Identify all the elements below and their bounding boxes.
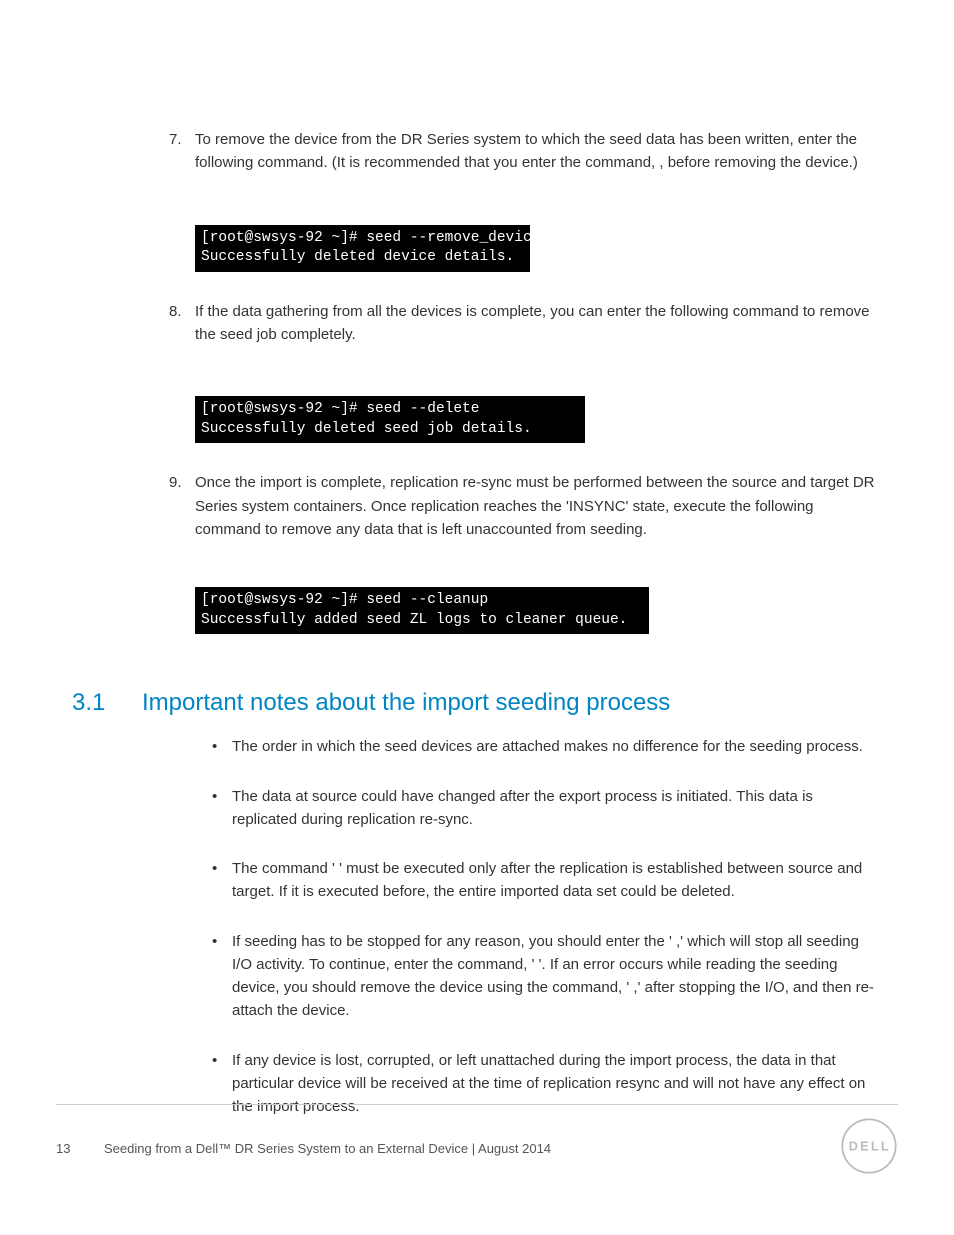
bullet-icon: •	[212, 735, 232, 758]
bullet-text: The order in which the seed devices are …	[232, 735, 882, 758]
list-item: • The data at source could have changed …	[200, 785, 882, 832]
terminal-output-9: [root@swsys-92 ~]# seed --cleanup Succes…	[195, 587, 649, 634]
step-7: 7. To remove the device from the DR Seri…	[72, 128, 882, 175]
footer-divider	[56, 1104, 898, 1105]
bullet-icon: •	[212, 930, 232, 1023]
terminal-output-8: [root@swsys-92 ~]# seed --delete Success…	[195, 396, 585, 443]
bullet-text: If seeding has to be stopped for any rea…	[232, 930, 882, 1023]
step-9: 9. Once the import is complete, replicat…	[72, 471, 882, 541]
section-title: Important notes about the import seeding…	[142, 684, 670, 721]
bullet-icon: •	[212, 857, 232, 904]
list-item: • The order in which the seed devices ar…	[200, 735, 882, 758]
svg-text:D E L L: D E L L	[849, 1139, 890, 1154]
step-text: Once the import is complete, replication…	[195, 471, 882, 541]
dell-logo-icon: D E L L	[840, 1117, 898, 1175]
list-item: • If seeding has to be stopped for any r…	[200, 930, 882, 1023]
step-text: If the data gathering from all the devic…	[195, 300, 882, 347]
bullet-text: The command ' ' must be executed only af…	[232, 857, 882, 904]
list-item: • The command ' ' must be executed only …	[200, 857, 882, 904]
section-number: 3.1	[72, 684, 142, 721]
terminal-output-7: [root@swsys-92 ~]# seed --remove_device …	[195, 225, 530, 272]
step-number: 8.	[169, 300, 195, 347]
bullet-text: If any device is lost, corrupted, or lef…	[232, 1049, 882, 1119]
list-item: • If any device is lost, corrupted, or l…	[200, 1049, 882, 1119]
bullet-text: The data at source could have changed af…	[232, 785, 882, 832]
page-content: 7. To remove the device from the DR Seri…	[0, 0, 954, 1118]
footer-title: Seeding from a Dell™ DR Series System to…	[104, 1139, 551, 1159]
step-number: 9.	[169, 471, 195, 541]
page-number: 13	[56, 1139, 104, 1159]
step-number: 7.	[169, 128, 195, 175]
step-8: 8. If the data gathering from all the de…	[72, 300, 882, 347]
bullet-icon: •	[212, 785, 232, 832]
bullet-list: • The order in which the seed devices ar…	[200, 735, 882, 1118]
page-footer: 13 Seeding from a Dell™ DR Series System…	[56, 1139, 898, 1159]
section-heading: 3.1 Important notes about the import see…	[72, 684, 882, 721]
step-text: To remove the device from the DR Series …	[195, 128, 882, 175]
bullet-icon: •	[212, 1049, 232, 1119]
